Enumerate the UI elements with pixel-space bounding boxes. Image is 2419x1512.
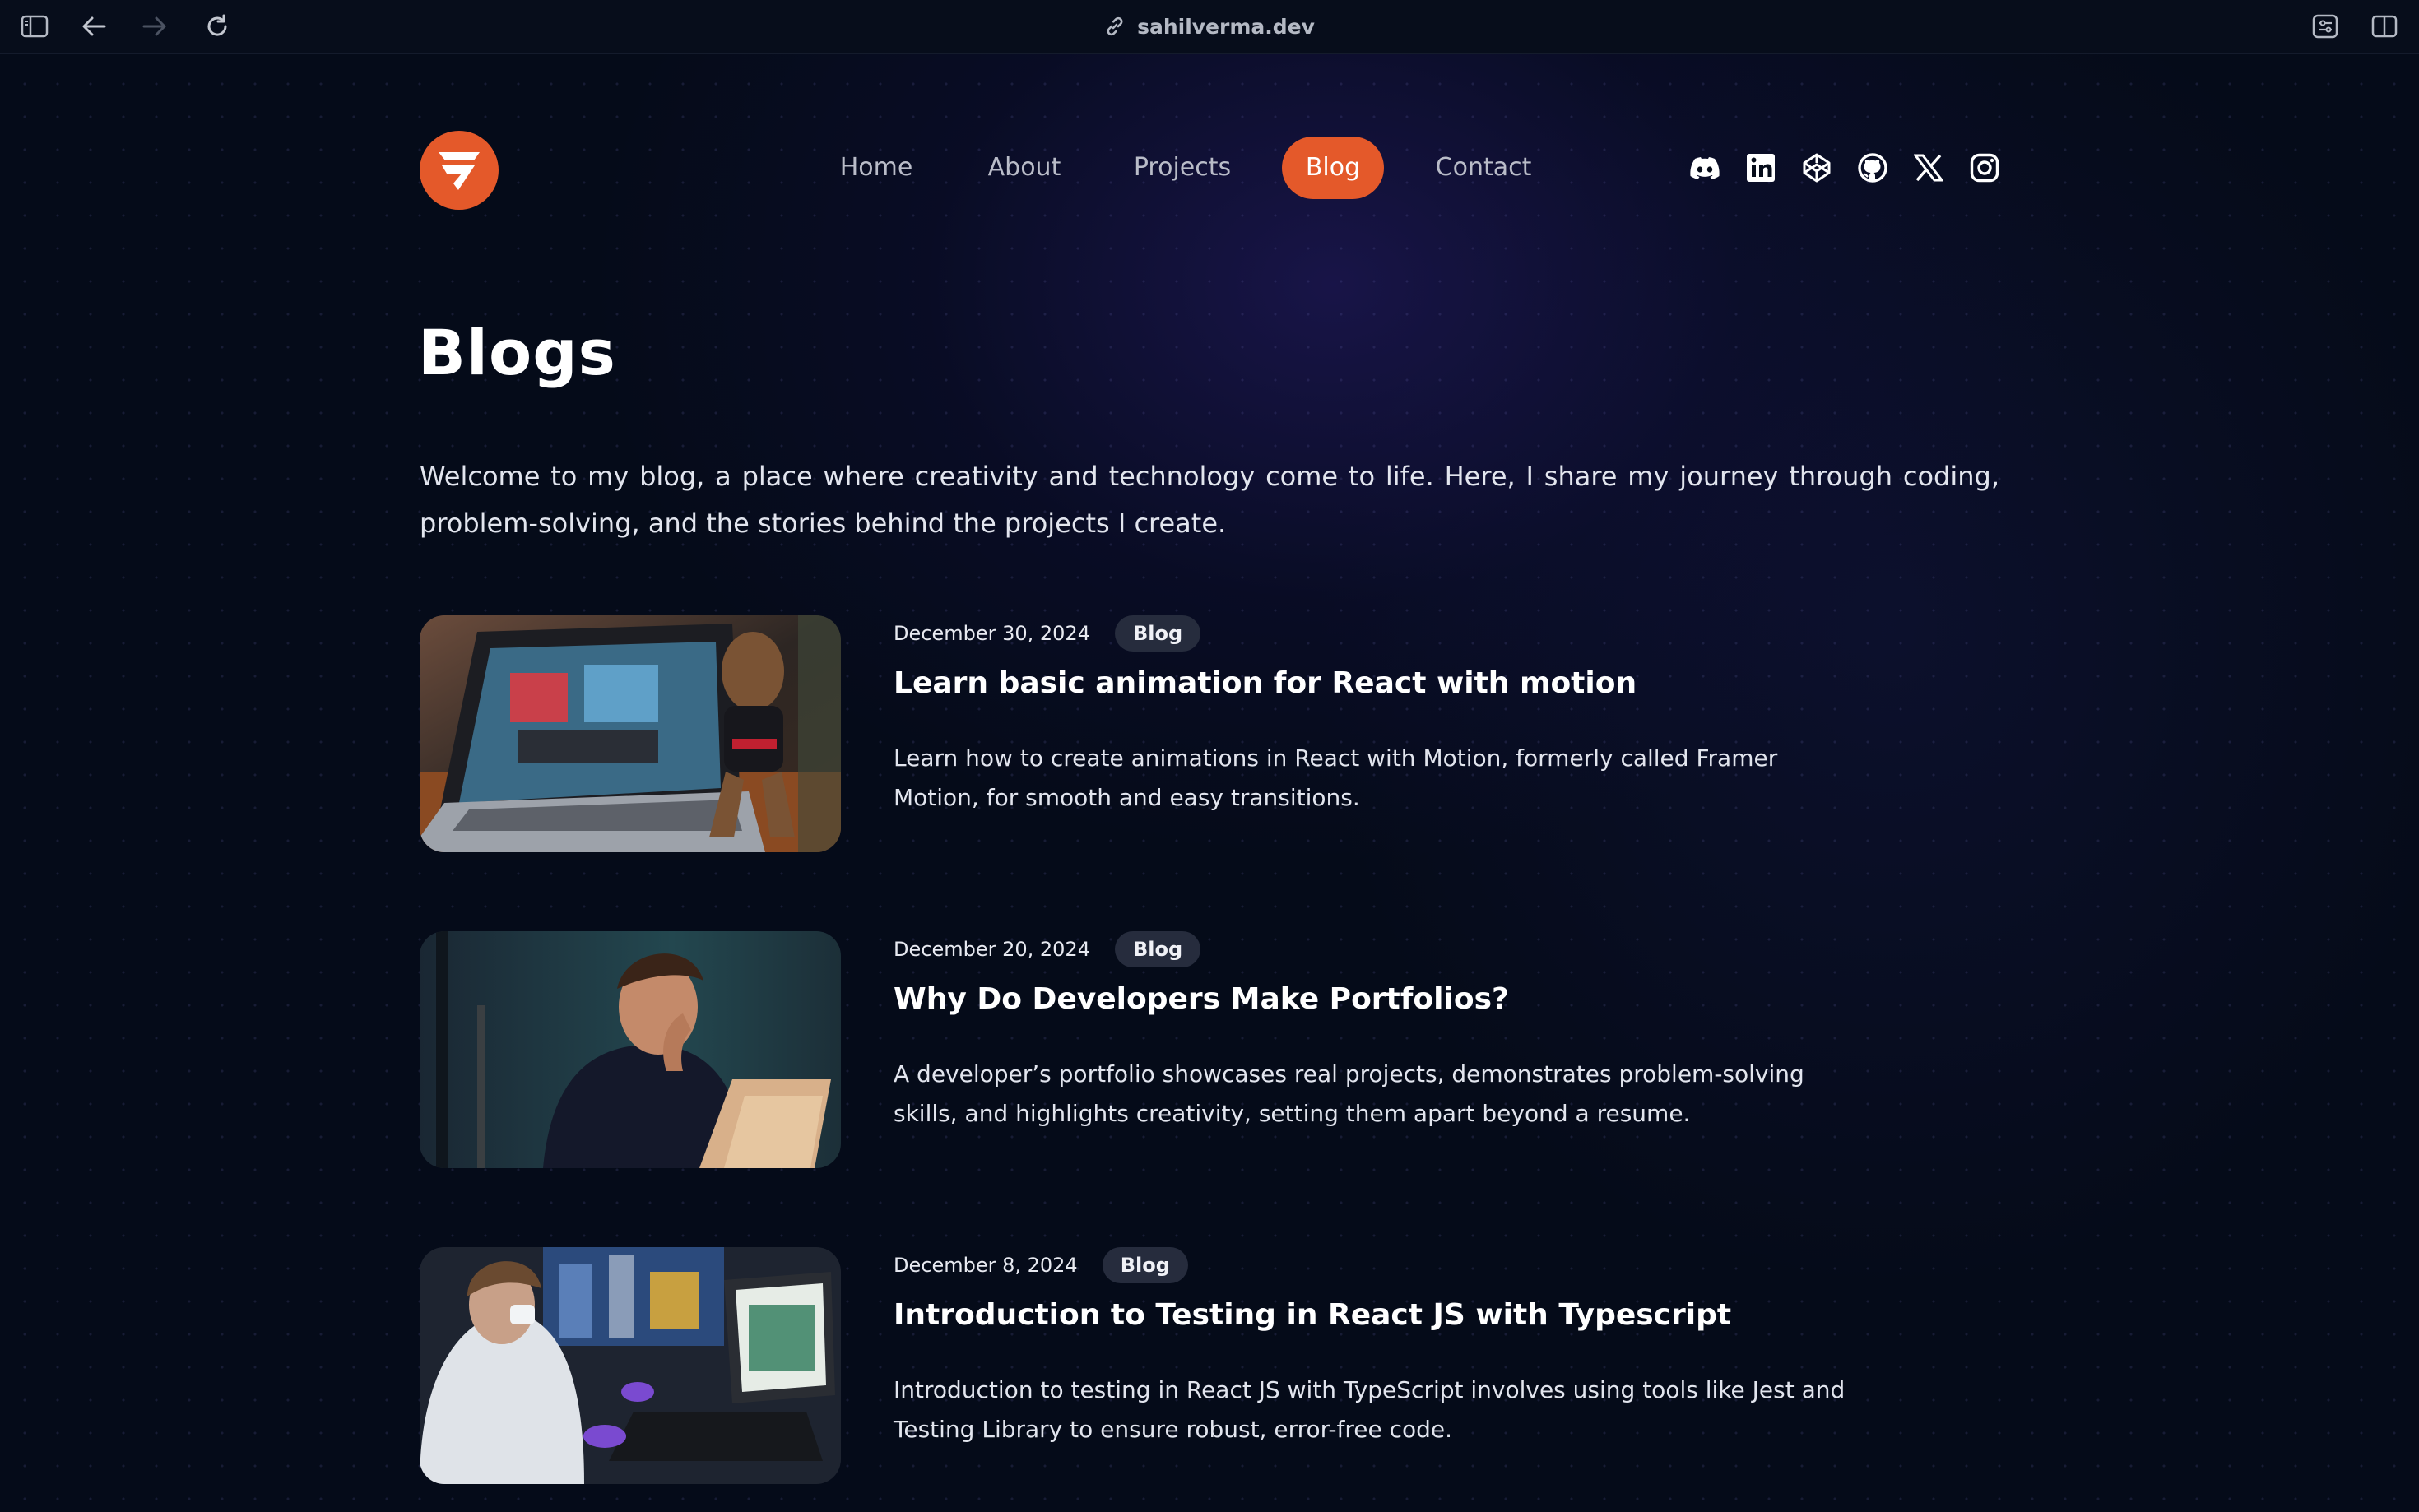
logo-mark-icon: [439, 152, 480, 190]
page-title: Blogs: [418, 316, 616, 389]
forward-arrow-icon[interactable]: [140, 12, 169, 41]
post-thumbnail[interactable]: [420, 1247, 841, 1484]
github-icon[interactable]: [1855, 150, 1891, 186]
post-description: Introduction to testing in React JS with…: [894, 1376, 1846, 1443]
post-meta: December 8, 2024 Blog: [894, 1247, 1188, 1283]
blog-post-card[interactable]: December 8, 2024 Blog Introduction to Te…: [420, 1247, 2024, 1486]
codepen-icon[interactable]: [1799, 150, 1835, 186]
post-tag-badge: Blog: [1102, 1247, 1188, 1283]
linkedin-icon[interactable]: [1743, 150, 1779, 186]
reload-icon[interactable]: [202, 12, 232, 41]
x-icon[interactable]: [1911, 150, 1947, 186]
post-date: December 30, 2024: [894, 622, 1090, 645]
blog-post-card[interactable]: December 30, 2024 Blog Learn basic anima…: [420, 615, 2024, 854]
sidebar-icon[interactable]: [20, 12, 49, 41]
nav-blog[interactable]: Blog: [1282, 137, 1384, 199]
reader-settings-icon[interactable]: [2310, 12, 2340, 41]
post-meta: December 20, 2024 Blog: [894, 931, 1201, 967]
back-arrow-icon[interactable]: [79, 12, 109, 41]
post-thumbnail[interactable]: [420, 931, 841, 1168]
nav-about[interactable]: About: [981, 137, 1068, 199]
post-title[interactable]: Why Do Developers Make Portfolios?: [894, 982, 1509, 1016]
site-logo[interactable]: [420, 131, 499, 210]
post-title[interactable]: Learn basic animation for React with mot…: [894, 666, 1637, 700]
post-meta: December 30, 2024 Blog: [894, 615, 1201, 652]
nav-contact[interactable]: Contact: [1430, 137, 1537, 199]
post-date: December 20, 2024: [894, 938, 1090, 961]
blog-post-card[interactable]: December 20, 2024 Blog Why Do Developers…: [420, 931, 2024, 1170]
instagram-icon[interactable]: [1966, 150, 2003, 186]
url-text: sahilverma.dev: [1137, 14, 1315, 39]
post-tag-badge: Blog: [1114, 931, 1201, 967]
post-description: A developer’s portfolio showcases real p…: [894, 1060, 1804, 1127]
address-bar[interactable]: sahilverma.dev: [1086, 12, 1333, 41]
post-tag-badge: Blog: [1114, 615, 1201, 652]
post-description: Learn how to create animations in React …: [894, 744, 1778, 811]
intro-text: Welcome to my blog, a place where creati…: [420, 461, 1999, 539]
nav-projects[interactable]: Projects: [1127, 137, 1237, 199]
browser-toolbar: sahilverma.dev: [0, 0, 2419, 54]
discord-icon[interactable]: [1687, 150, 1723, 186]
page-content: Home About Projects Blog Contact Blogs W…: [0, 54, 2419, 1512]
link-icon: [1104, 16, 1126, 37]
nav-home[interactable]: Home: [833, 137, 920, 199]
post-thumbnail[interactable]: [420, 615, 841, 852]
post-date: December 8, 2024: [894, 1254, 1078, 1277]
post-title[interactable]: Introduction to Testing in React JS with…: [894, 1298, 1731, 1332]
split-view-icon[interactable]: [2370, 12, 2399, 41]
